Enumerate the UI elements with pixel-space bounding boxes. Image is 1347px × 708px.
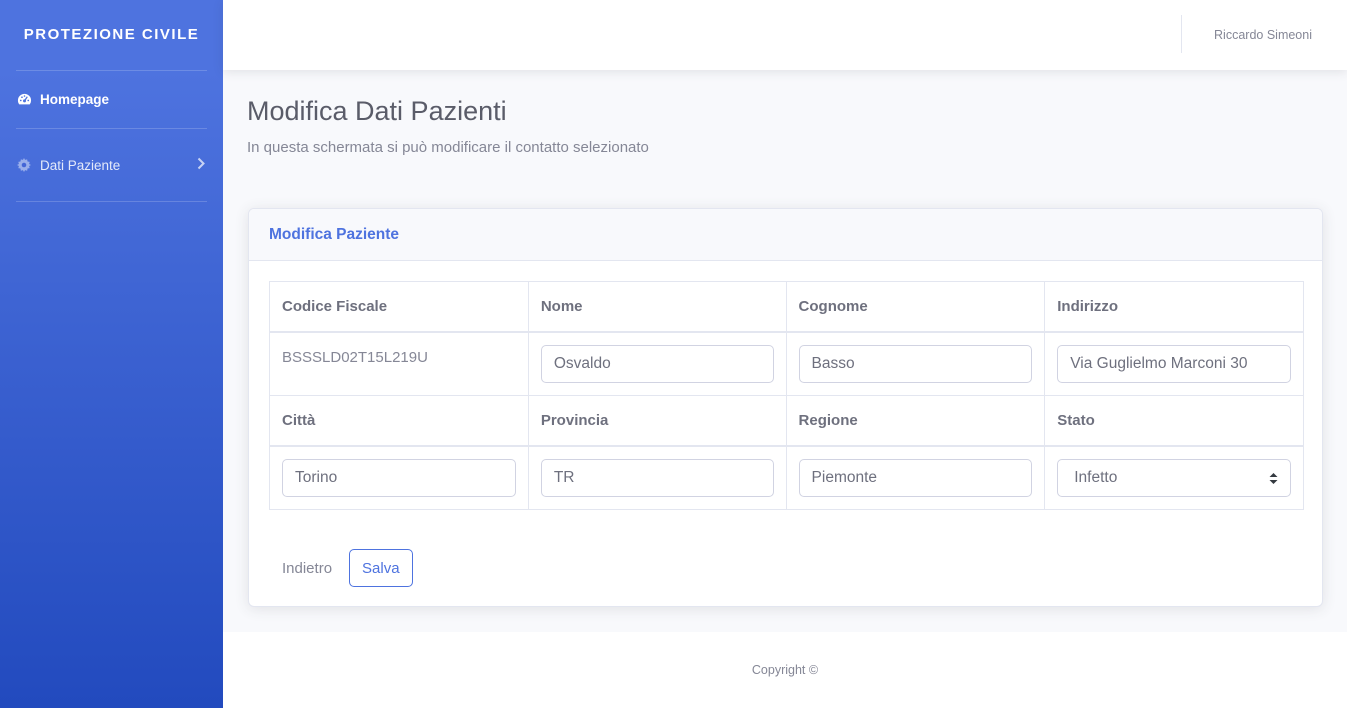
topbar-divider bbox=[1181, 15, 1182, 53]
regione-input[interactable] bbox=[798, 458, 1033, 497]
header-regione: Regione bbox=[785, 395, 1046, 447]
cell-citta bbox=[269, 445, 529, 510]
nome-input[interactable] bbox=[540, 344, 774, 383]
chevron-right-icon bbox=[197, 157, 205, 173]
table-header-row: Codice Fiscale Nome Cognome Indirizzo bbox=[269, 281, 1304, 333]
save-button[interactable]: Salva bbox=[349, 549, 413, 587]
sidebar-item-homepage[interactable]: Homepage bbox=[0, 71, 223, 128]
sidebar-item-label: Dati Paziente bbox=[40, 157, 121, 173]
stato-select[interactable]: Infetto bbox=[1057, 458, 1291, 497]
main-content: Modifica Dati Pazienti In questa scherma… bbox=[223, 70, 1347, 632]
cognome-input[interactable] bbox=[798, 344, 1033, 383]
header-nome: Nome bbox=[527, 281, 787, 333]
page-subtitle: In questa schermata si può modificare il… bbox=[247, 139, 649, 156]
cell-provincia bbox=[527, 445, 787, 510]
codice-fiscale-value: BSSSLD02T15L219U bbox=[269, 331, 529, 396]
header-stato: Stato bbox=[1044, 395, 1304, 447]
table-header-row: Città Provincia Regione Stato bbox=[269, 395, 1304, 447]
cell-stato: Infetto bbox=[1044, 445, 1304, 510]
edit-patient-card: Modifica Paziente Codice Fiscale Nome Co… bbox=[248, 208, 1323, 607]
back-button[interactable]: Indietro bbox=[269, 549, 345, 587]
sidebar: PROTEZIONE CIVILE Homepage Dati Paziente bbox=[0, 0, 223, 708]
stato-selected-value: Infetto bbox=[1074, 468, 1118, 486]
table-row: BSSSLD02T15L219U bbox=[269, 331, 1304, 396]
form-actions: Indietro Salva bbox=[269, 549, 413, 587]
table-row: Infetto bbox=[269, 445, 1304, 510]
header-codice-fiscale: Codice Fiscale bbox=[269, 281, 529, 333]
sidebar-divider bbox=[16, 201, 207, 202]
topbar: Riccardo Simeoni bbox=[223, 0, 1347, 70]
footer: Copyright © bbox=[223, 632, 1347, 708]
provincia-input[interactable] bbox=[540, 458, 774, 497]
user-menu[interactable]: Riccardo Simeoni bbox=[1214, 28, 1312, 42]
copyright-text: Copyright © bbox=[751, 663, 819, 677]
cell-indirizzo bbox=[1044, 331, 1304, 396]
citta-input[interactable] bbox=[282, 458, 516, 497]
sidebar-item-dati-paziente[interactable]: Dati Paziente bbox=[0, 129, 223, 201]
indirizzo-input[interactable] bbox=[1057, 344, 1291, 383]
select-caret-icon bbox=[1269, 472, 1278, 490]
page-title: Modifica Dati Pazienti bbox=[247, 96, 507, 126]
brand-title[interactable]: PROTEZIONE CIVILE bbox=[0, 0, 223, 70]
cog-icon bbox=[16, 157, 32, 173]
tachometer-icon bbox=[16, 92, 32, 108]
header-provincia: Provincia bbox=[527, 395, 787, 447]
card-title: Modifica Paziente bbox=[249, 209, 1322, 261]
header-indirizzo: Indirizzo bbox=[1044, 281, 1304, 333]
cell-nome bbox=[527, 331, 787, 396]
cell-regione bbox=[785, 445, 1046, 510]
patient-table: Codice Fiscale Nome Cognome Indirizzo BS… bbox=[269, 281, 1304, 510]
header-cognome: Cognome bbox=[785, 281, 1046, 333]
sidebar-item-label: Homepage bbox=[40, 92, 110, 107]
cell-cognome bbox=[785, 331, 1046, 396]
header-citta: Città bbox=[269, 395, 529, 447]
